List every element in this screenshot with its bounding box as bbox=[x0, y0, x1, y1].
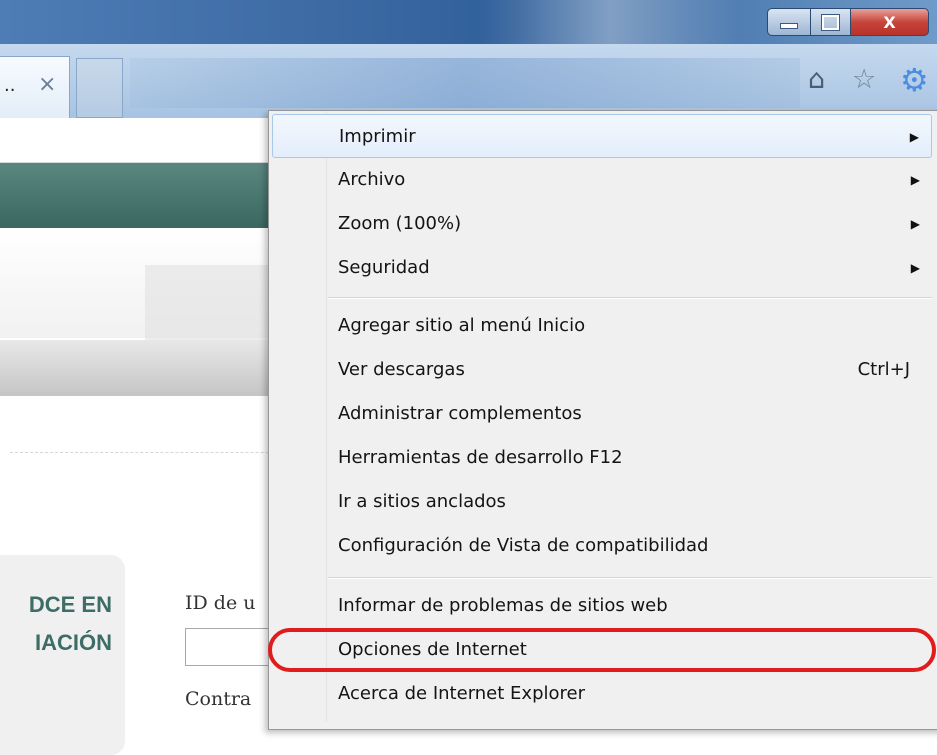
login-panel-title: DCE EN IACIÓN bbox=[0, 586, 112, 662]
menu-item-archivo[interactable]: Archivo ▶ bbox=[272, 158, 932, 202]
menu-item-label: Imprimir bbox=[339, 126, 416, 147]
menu-item-administrar-complementos[interactable]: Administrar complementos bbox=[272, 392, 932, 436]
tab-close-icon[interactable]: × bbox=[38, 72, 56, 97]
menu-separator bbox=[328, 297, 932, 299]
minimize-button[interactable] bbox=[767, 8, 811, 36]
menu-item-shortcut: Ctrl+J bbox=[857, 359, 910, 380]
menu-item-label: Acerca de Internet Explorer bbox=[338, 683, 585, 704]
menu-item-label: Herramientas de desarrollo F12 bbox=[338, 447, 623, 468]
menu-item-label: Ir a sitios anclados bbox=[338, 491, 506, 512]
caption-buttons: X bbox=[767, 8, 929, 36]
menu-item-informar-problemas[interactable]: Informar de problemas de sitios web bbox=[272, 584, 932, 628]
new-tab-button[interactable] bbox=[76, 58, 123, 118]
menu-item-label: Ver descargas bbox=[338, 359, 465, 380]
menu-item-agregar-sitio[interactable]: Agregar sitio al menú Inicio bbox=[272, 304, 932, 348]
menu-item-ver-descargas[interactable]: Ver descargas Ctrl+J bbox=[272, 348, 932, 392]
title-bar: X bbox=[0, 0, 937, 44]
menu-item-zoom[interactable]: Zoom (100%) ▶ bbox=[272, 202, 932, 246]
menu-item-label: Informar de problemas de sitios web bbox=[338, 595, 668, 616]
title-bar-sheen bbox=[480, 0, 740, 44]
login-title-line2: IACIÓN bbox=[35, 630, 112, 655]
tools-gear-icon[interactable]: ⚙ bbox=[900, 62, 929, 98]
home-icon[interactable]: ⌂ bbox=[808, 62, 825, 98]
menu-item-imprimir[interactable]: Imprimir ▶ bbox=[272, 114, 932, 158]
user-id-label: ID de u bbox=[185, 592, 256, 614]
close-icon: X bbox=[883, 12, 896, 32]
tab-title: .. bbox=[4, 75, 16, 96]
submenu-arrow-icon: ▶ bbox=[910, 173, 920, 187]
submenu-arrow-icon: ▶ bbox=[910, 217, 920, 231]
menu-item-label: Zoom (100%) bbox=[338, 213, 462, 234]
menu-item-acerca-de[interactable]: Acerca de Internet Explorer bbox=[272, 672, 932, 716]
browser-tab[interactable]: .. × bbox=[0, 56, 70, 118]
menu-separator bbox=[328, 577, 932, 579]
menu-item-label: Agregar sitio al menú Inicio bbox=[338, 315, 586, 336]
menu-item-label: Configuración de Vista de compatibilidad bbox=[338, 535, 709, 556]
menu-item-herramientas-desarrollo[interactable]: Herramientas de desarrollo F12 bbox=[272, 436, 932, 480]
password-label: Contra bbox=[185, 688, 252, 710]
menu-item-label: Archivo bbox=[338, 169, 406, 190]
submenu-arrow-icon: ▶ bbox=[910, 261, 920, 275]
restore-icon bbox=[821, 13, 840, 31]
blurred-toolbar-area bbox=[130, 58, 800, 108]
menu-item-label: Administrar complementos bbox=[338, 403, 582, 424]
favorites-star-icon[interactable]: ☆ bbox=[852, 62, 876, 98]
highlight-annotation bbox=[268, 628, 936, 672]
restore-button[interactable] bbox=[811, 8, 851, 36]
close-button[interactable]: X bbox=[851, 8, 929, 36]
menu-item-label: Seguridad bbox=[338, 257, 430, 278]
menu-item-sitios-anclados[interactable]: Ir a sitios anclados bbox=[272, 480, 932, 524]
menu-item-vista-compatibilidad[interactable]: Configuración de Vista de compatibilidad bbox=[272, 524, 932, 568]
submenu-arrow-icon: ▶ bbox=[909, 130, 919, 144]
minimize-icon bbox=[780, 23, 798, 29]
login-title-line1: DCE EN bbox=[28, 592, 112, 617]
menu-item-seguridad[interactable]: Seguridad ▶ bbox=[272, 246, 932, 290]
